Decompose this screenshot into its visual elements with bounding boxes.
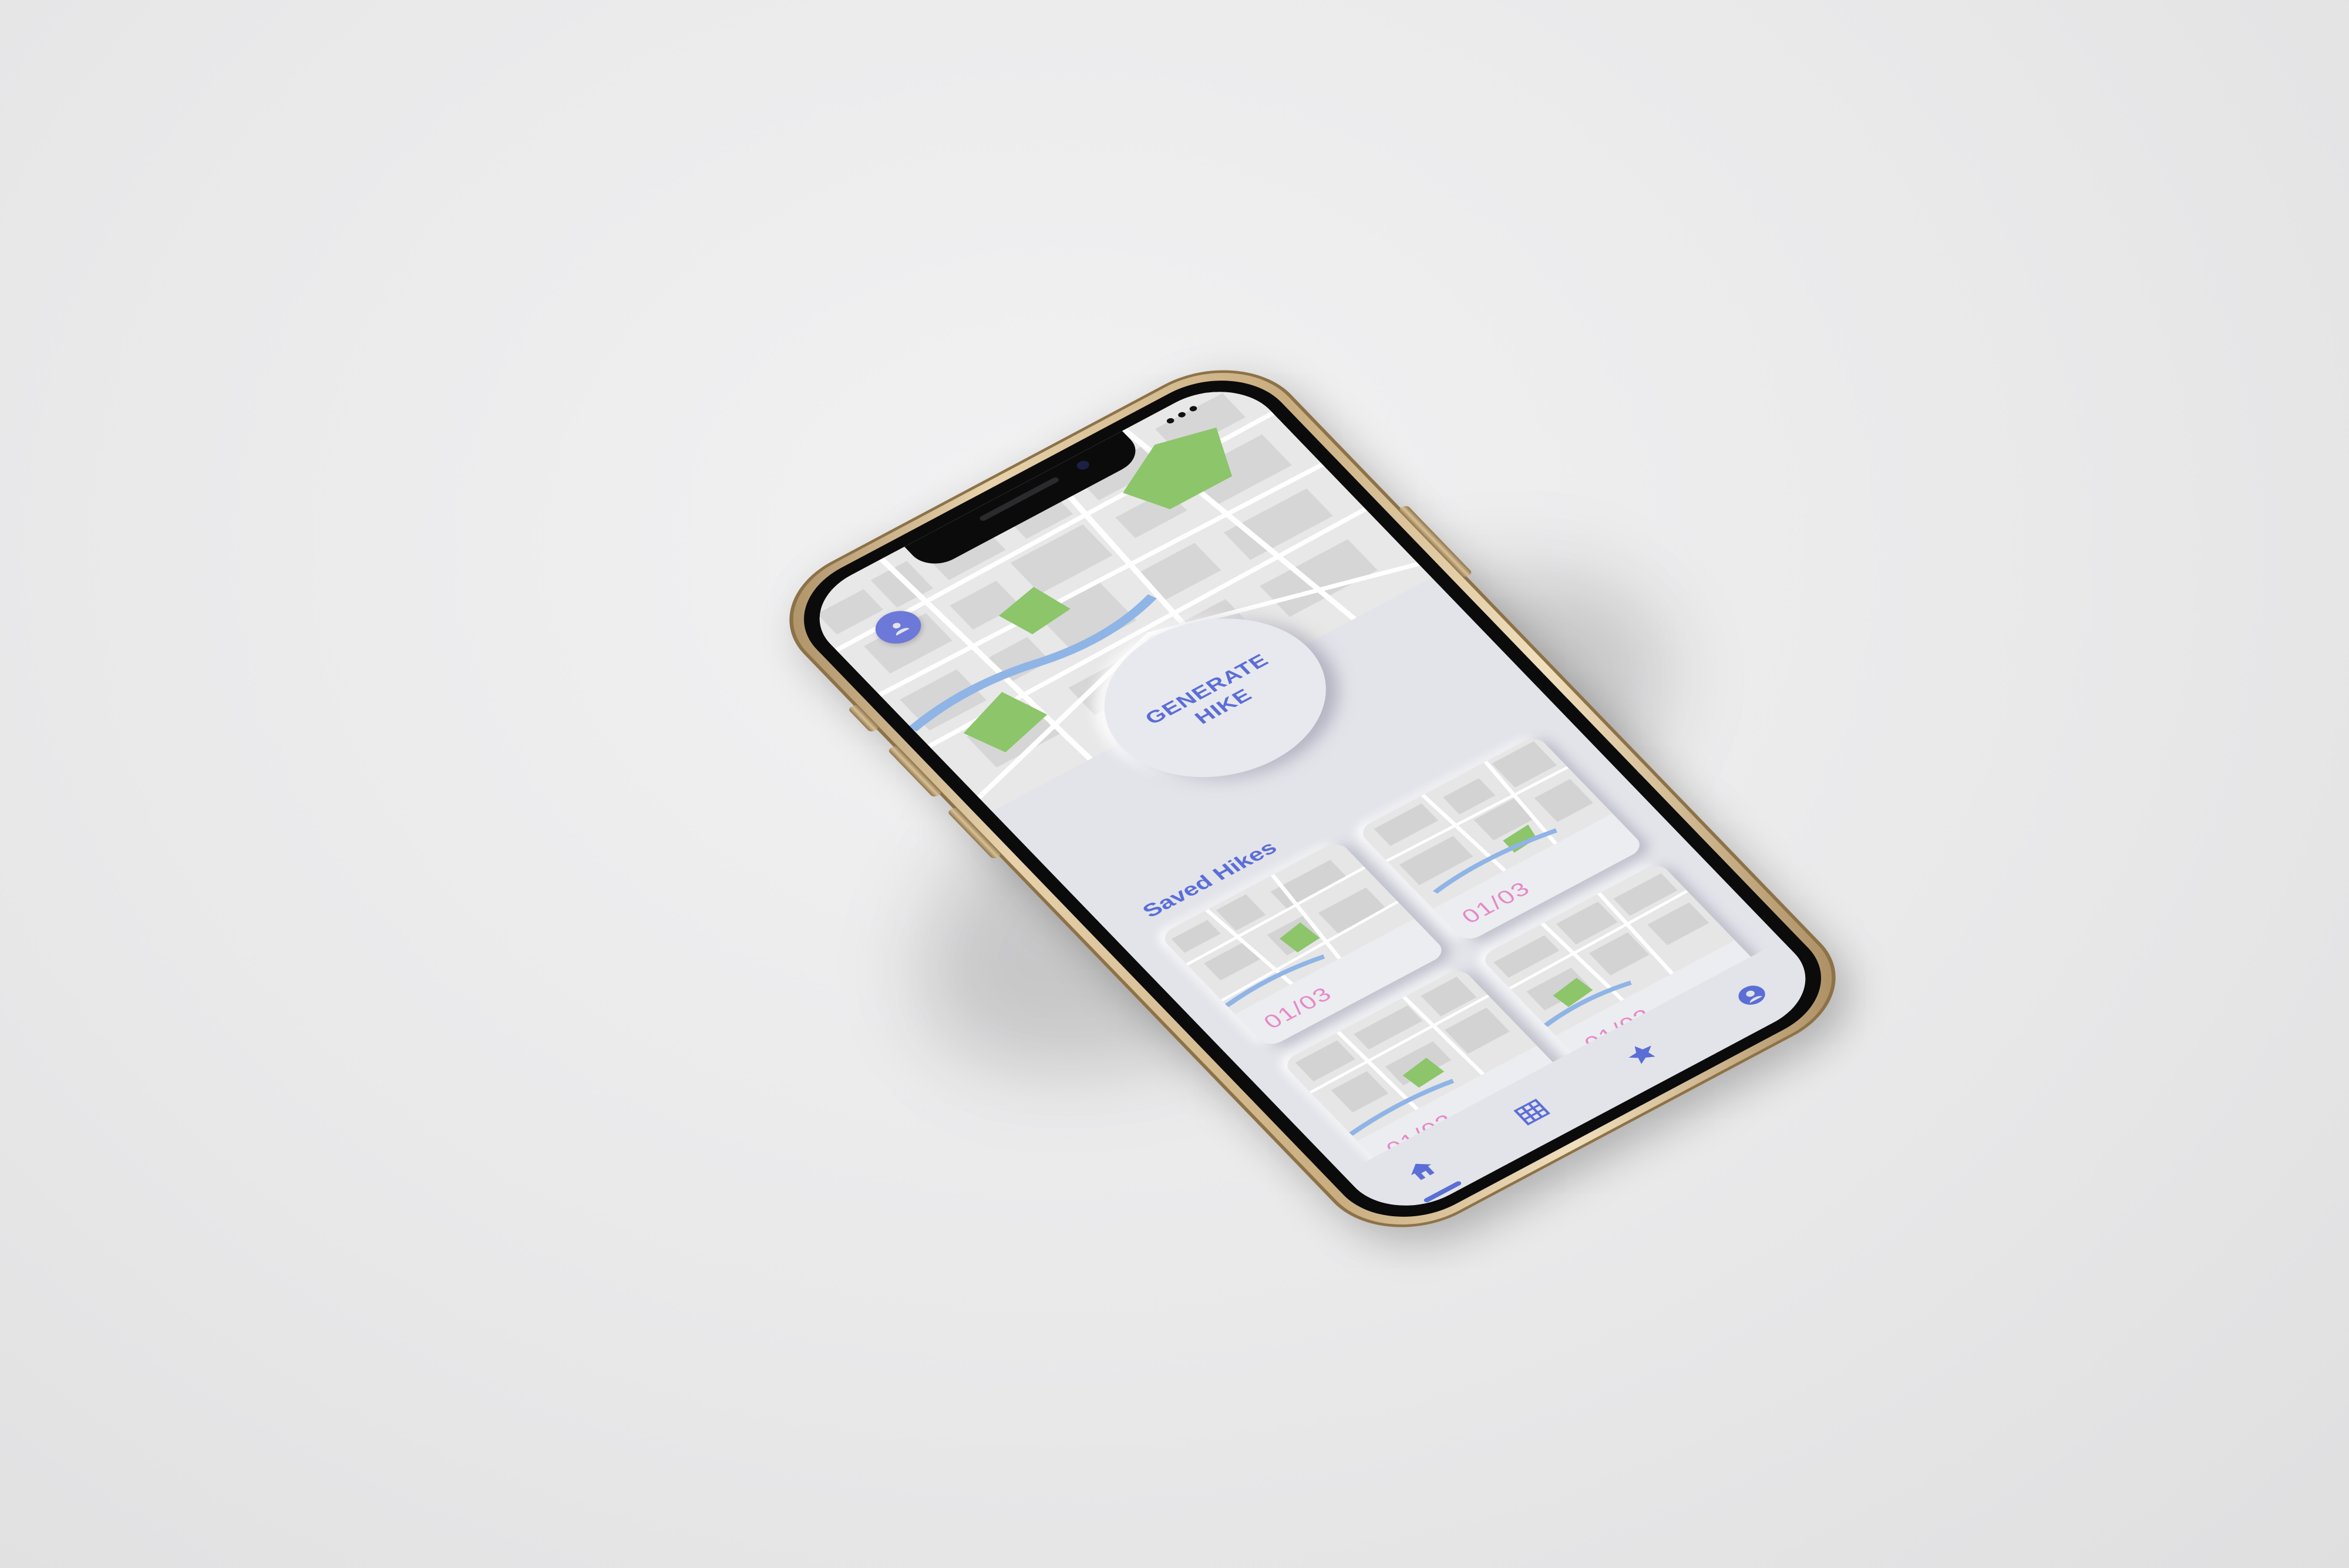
mockup-stage: GENERATE HIKE Saved Hikes 01/03 01/03	[0, 0, 2349, 1568]
star-icon	[1628, 1045, 1655, 1064]
nav-home[interactable]	[1384, 1143, 1460, 1199]
hike-map-thumbnail	[1159, 840, 1415, 1015]
home-icon	[1411, 1163, 1435, 1180]
generate-hike-label: GENERATE HIKE	[1140, 650, 1273, 728]
user-icon	[893, 623, 910, 636]
nav-profile[interactable]	[1714, 967, 1790, 1023]
nav-favorites[interactable]	[1604, 1026, 1680, 1082]
phone-device: GENERATE HIKE Saved Hikes 01/03 01/03	[754, 343, 1871, 1254]
nav-grid[interactable]	[1494, 1084, 1570, 1140]
front-camera	[1074, 459, 1092, 472]
grid-icon	[1513, 1098, 1551, 1126]
hike-map-thumbnail	[1357, 734, 1613, 909]
profile-icon	[1738, 985, 1765, 1005]
